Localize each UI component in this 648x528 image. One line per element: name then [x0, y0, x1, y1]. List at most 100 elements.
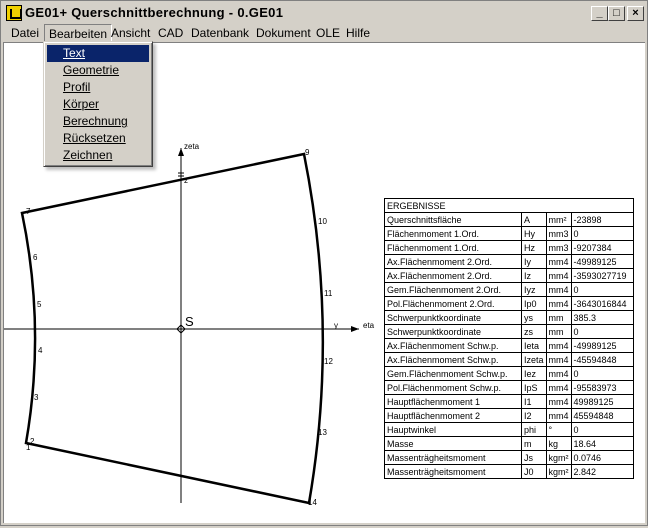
results-row: Gem.Flächenmoment Schw.p. Iez mm4 0 [384, 366, 635, 381]
result-label: Schwerpunktkoordinate [384, 324, 522, 339]
result-unit: mm4 [545, 338, 572, 353]
eta-label: eta [363, 321, 375, 330]
result-unit: mm [545, 310, 572, 325]
result-symbol: I2 [521, 408, 547, 423]
result-unit: mm [545, 324, 572, 339]
result-symbol: I1 [521, 394, 547, 409]
result-value: -95583973 [570, 380, 635, 395]
result-label: Schwerpunktkoordinate [384, 310, 522, 325]
results-row: Hauptwinkel phi ° 0 [384, 422, 635, 437]
result-unit: mm3 [545, 240, 572, 255]
dropdown-item-koerper[interactable]: Körper [47, 96, 149, 113]
result-value: -9207384 [570, 240, 635, 255]
node-label: 11 [324, 289, 333, 298]
result-symbol: Js [521, 450, 547, 465]
result-symbol: J0 [521, 464, 547, 479]
centroid-label: S [185, 314, 194, 329]
menu-bar: Datei Bearbeiten Ansicht CAD Datenbank D… [3, 23, 645, 42]
menu-datenbank[interactable]: Datenbank [187, 24, 253, 42]
eta-arrow-icon [351, 326, 359, 332]
result-symbol: A [521, 212, 547, 227]
result-unit: mm4 [545, 296, 572, 311]
node-label: 13 [318, 428, 327, 437]
result-label: Ax.Flächenmoment Schw.p. [384, 338, 522, 353]
results-table: ERGEBNISSE Querschnittsfläche Amm² -23898 F… [384, 198, 635, 479]
result-label: Gem.Flächenmoment Schw.p. [384, 366, 522, 381]
results-row: Flächenmoment 1.Ord. Hz mm3 -9207384 [384, 240, 635, 255]
results-row: Gem.Flächenmoment 2.Ord. Iyz mm4 0 [384, 282, 635, 297]
result-unit: mm4 [545, 352, 572, 367]
menu-cad[interactable]: CAD [154, 24, 187, 42]
result-label: Masse [384, 436, 522, 451]
bearbeiten-dropdown: Text Geometrie Profil Körper Berechnung … [43, 41, 153, 167]
results-row: Schwerpunktkoordinate zs mm 0 [384, 324, 635, 339]
result-value: 0 [570, 226, 635, 241]
result-value: 18.64 [570, 436, 635, 451]
y-label: y [334, 321, 338, 330]
dropdown-item-berechnung[interactable]: Berechnung [47, 113, 149, 130]
menu-datei[interactable]: Datei [7, 24, 43, 42]
dropdown-item-ruecksetzen[interactable]: Rücksetzen [47, 130, 149, 147]
results-body: Querschnittsfläche Amm² -23898 Flächenmomen… [384, 212, 635, 479]
dropdown-item-zeichnen[interactable]: Zeichnen [47, 147, 149, 164]
result-unit: mm4 [545, 380, 572, 395]
result-symbol: Hz [521, 240, 547, 255]
result-unit: mm4 [545, 268, 572, 283]
result-symbol: Iez [521, 366, 547, 381]
result-label: Flächenmoment 1.Ord. [384, 226, 522, 241]
result-value: -49989125 [570, 338, 635, 353]
results-row: Masse m kg 18.64 [384, 436, 635, 451]
results-row: Hauptflächenmoment 1 I1 mm4 49989125 [384, 394, 635, 409]
results-row: Ax.Flächenmoment 2.Ord. Iy mm4 -49989125 [384, 254, 635, 269]
result-symbol: m [521, 436, 547, 451]
result-symbol: zs [521, 324, 547, 339]
results-row: Pol.Flächenmoment 2.Ord. Ip0 mm4 -364301684… [384, 296, 635, 311]
result-unit: ° [545, 422, 572, 437]
result-unit: kg [545, 436, 572, 451]
result-value: -3643016844 [570, 296, 635, 311]
result-unit: kgm² [545, 464, 572, 479]
result-value: 0 [570, 366, 635, 381]
menu-ole[interactable]: OLE [312, 24, 344, 42]
result-value: 0 [570, 324, 635, 339]
result-value: 49989125 [570, 394, 635, 409]
results-row: Pol.Flächenmoment Schw.p. IpS mm4 -95583973 [384, 380, 635, 395]
results-row: Schwerpunktkoordinate ys mm 385.3 [384, 310, 635, 325]
node-label: 10 [318, 217, 327, 226]
dropdown-item-text[interactable]: Text [47, 45, 149, 62]
result-unit: mm4 [545, 254, 572, 269]
menu-hilfe[interactable]: Hilfe [342, 24, 374, 42]
result-symbol: ys [521, 310, 547, 325]
result-unit: mm4 [545, 366, 572, 381]
node-label: 2 [30, 437, 35, 446]
result-label: Ax.Flächenmoment 2.Ord. [384, 254, 522, 269]
app-icon[interactable] [6, 5, 22, 21]
dropdown-item-geometrie[interactable]: Geometrie [47, 62, 149, 79]
results-header-row: ERGEBNISSE [384, 198, 634, 213]
result-label: Hauptwinkel [384, 422, 522, 437]
results-row: Ax.Flächenmoment Schw.p. Izeta mm4 -4559484… [384, 352, 635, 367]
results-row: Ax.Flächenmoment Schw.p. Ieta mm4 -49989125 [384, 338, 635, 353]
result-symbol: Iyz [521, 282, 547, 297]
result-label: Massenträgheitsmoment [384, 450, 522, 465]
results-row: Massenträgheitsmoment J0 kgm² 2.842 [384, 464, 635, 479]
result-value: 385.3 [570, 310, 635, 325]
minimize-button[interactable]: _ [591, 6, 608, 21]
dropdown-item-profil[interactable]: Profil [47, 79, 149, 96]
title-bar[interactable]: GE01+ Querschnittberechnung - 0.GE01 _ □… [3, 3, 645, 23]
maximize-button[interactable]: □ [608, 6, 625, 21]
result-label: Gem.Flächenmoment 2.Ord. [384, 282, 522, 297]
close-button[interactable]: × [627, 6, 644, 21]
window-title: GE01+ Querschnittberechnung - 0.GE01 [25, 5, 284, 20]
results-row: Massenträgheitsmoment Js kgm² 0.0746 [384, 450, 635, 465]
results-row: Ax.Flächenmoment 2.Ord. Iz mm4 -3593027719 [384, 268, 635, 283]
node-label: 7 [26, 207, 31, 216]
results-header: ERGEBNISSE [384, 198, 634, 213]
menu-dokument[interactable]: Dokument [252, 24, 315, 42]
result-unit: kgm² [545, 450, 572, 465]
result-symbol: Hy [521, 226, 547, 241]
result-value: -49989125 [570, 254, 635, 269]
menu-ansicht[interactable]: Ansicht [107, 24, 154, 42]
result-value: 0 [570, 422, 635, 437]
menu-bearbeiten[interactable]: Bearbeiten [44, 24, 113, 42]
